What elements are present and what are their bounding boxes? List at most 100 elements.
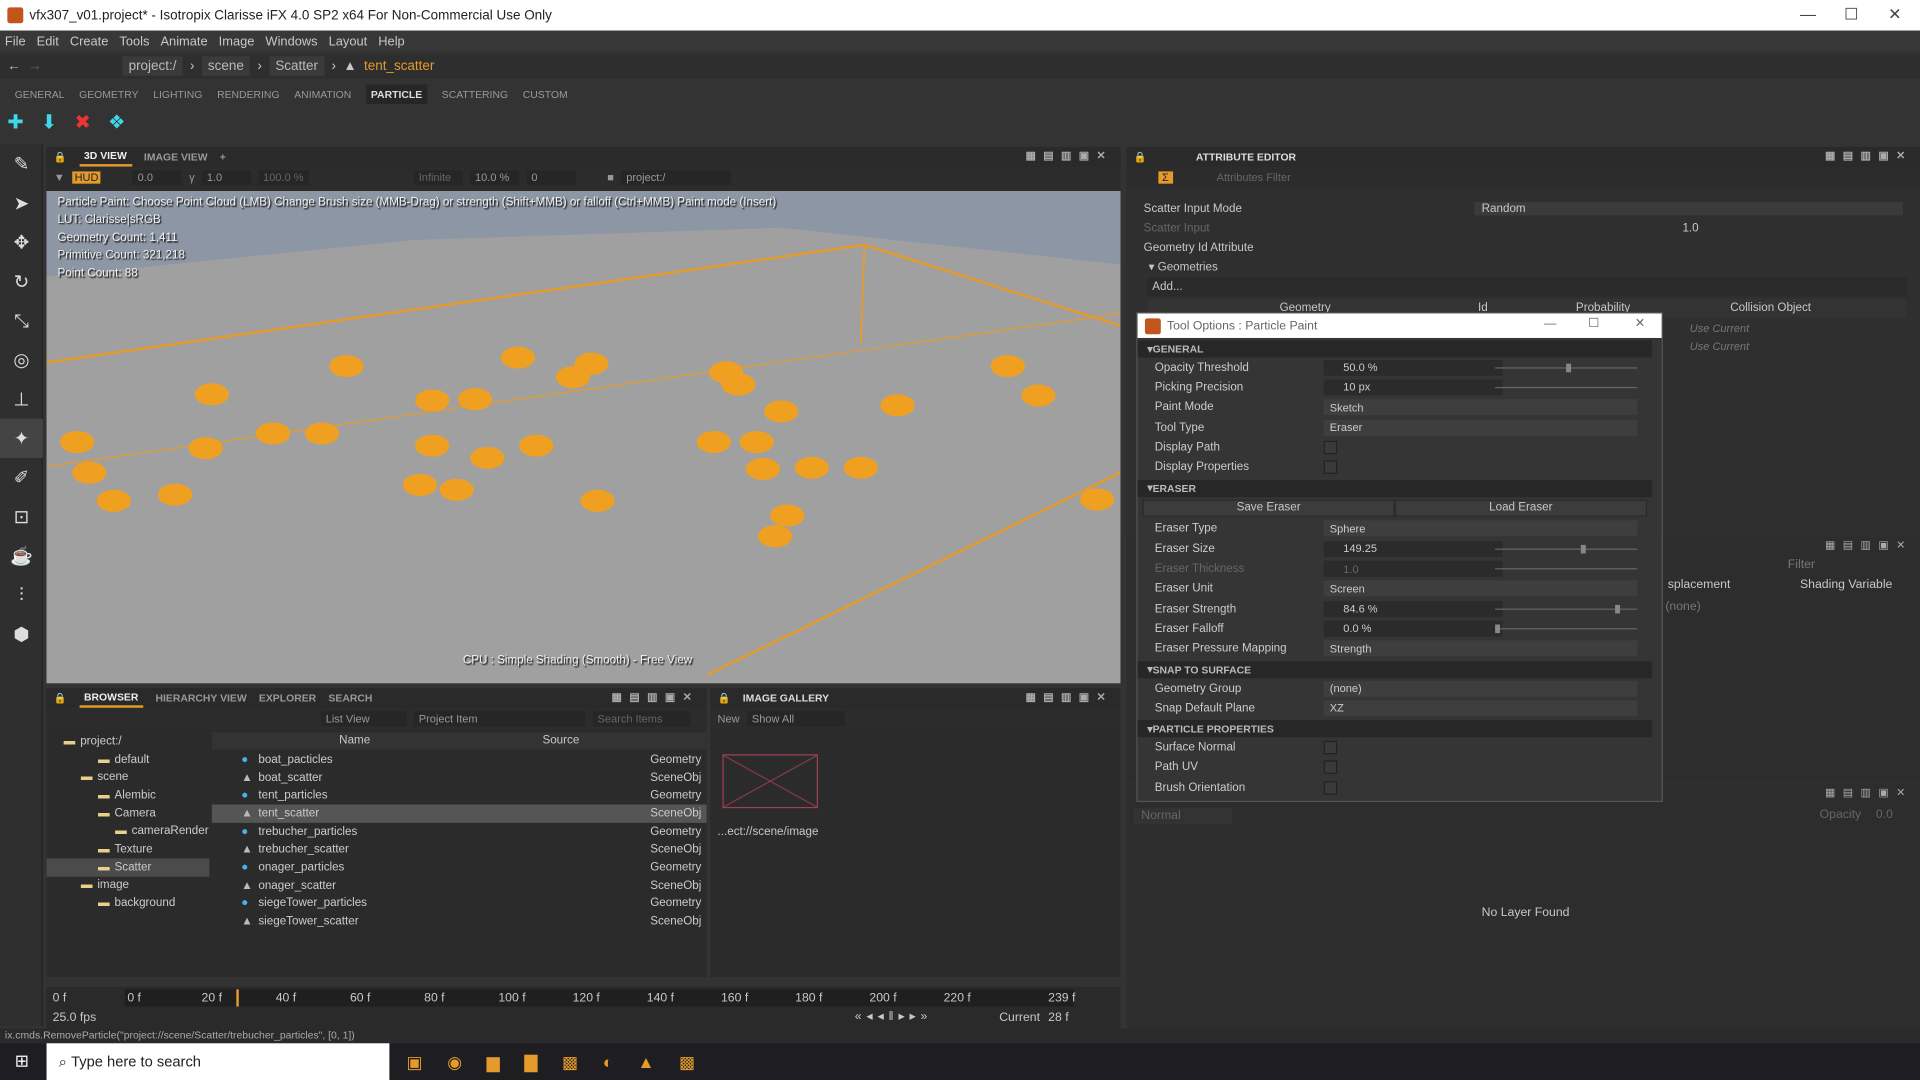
tree-item[interactable]: ▬ background (47, 894, 210, 912)
tool-options-titlebar[interactable]: Tool Options : Particle Paint — ☐ ✕ (1137, 313, 1662, 338)
tree-item[interactable]: ▬ project:/ (47, 732, 210, 750)
save-eraser-button[interactable]: Save Eraser (1142, 499, 1395, 517)
menu-tools[interactable]: Tools (119, 34, 149, 49)
opacity-field[interactable]: 0.0 (1876, 808, 1893, 821)
add-particle-icon[interactable]: ✚ (7, 110, 23, 134)
scattered-instance[interactable] (157, 483, 193, 506)
tree-item[interactable]: ▬ Camera (47, 804, 210, 822)
panel-layout-buttons[interactable]: ▦▤▥▣✕ (1025, 149, 1113, 162)
scattered-instance[interactable] (1021, 384, 1056, 407)
list-item[interactable]: ● trebucher_particles Geometry (212, 823, 707, 841)
option-number-field[interactable]: 84.6 % (1323, 600, 1503, 617)
tree-item[interactable]: ▬ Texture (47, 840, 210, 858)
playhead[interactable] (236, 989, 239, 1007)
select-icon[interactable]: ➤ (0, 184, 43, 223)
tree-item[interactable]: ▬ default (47, 750, 210, 768)
slider-handle[interactable] (1580, 544, 1586, 554)
scattered-instance[interactable] (1080, 488, 1115, 511)
column-source[interactable]: Source (542, 733, 579, 746)
list-item[interactable]: ▲ trebucher_scatter SceneObj (212, 841, 707, 859)
close-button[interactable]: ✕ (1635, 317, 1645, 330)
current-frame[interactable]: 28 f (1048, 1011, 1068, 1024)
breadcrumb-item[interactable]: scene (201, 56, 251, 76)
scattered-instance[interactable] (990, 355, 1025, 378)
tree-item[interactable]: ▬ scene (47, 768, 210, 786)
option-select[interactable]: Eraser (1323, 419, 1638, 436)
filter-icon[interactable]: ▼ (54, 171, 65, 183)
taskbar-search[interactable]: ⌕ Type here to search (46, 1043, 390, 1080)
option-checkbox[interactable] (1323, 460, 1338, 475)
option-slider[interactable] (1495, 624, 1638, 634)
scattered-instance[interactable] (415, 389, 450, 412)
shelf-tab-geometry[interactable]: GEOMETRY (79, 88, 138, 100)
shelf-tab-animation[interactable]: ANIMATION (294, 88, 351, 100)
tab-image-gallery[interactable]: IMAGE GALLERY (743, 692, 829, 704)
lock-icon[interactable]: 🔒 (718, 691, 731, 704)
option-number-field[interactable]: 1.0 (1323, 560, 1503, 577)
slider-handle[interactable] (1566, 363, 1572, 373)
remove-particle-icon[interactable]: ✖ (74, 110, 90, 134)
menu-edit[interactable]: Edit (37, 34, 59, 49)
breadcrumb-item[interactable]: Scatter (269, 56, 325, 76)
collision-select[interactable]: Use Current (1690, 322, 1749, 334)
option-select[interactable]: Sketch (1323, 399, 1638, 416)
slider-handle[interactable] (1615, 604, 1621, 614)
lock-icon[interactable]: 🔒 (54, 691, 67, 704)
shelf-tab-particle[interactable]: PARTICLE (365, 84, 428, 105)
tree-item[interactable]: ▬ Alembic (47, 786, 210, 804)
windows-start-icon[interactable]: ⊞ (15, 1051, 29, 1072)
list-item[interactable]: ▲ boat_scatter SceneObj (212, 769, 707, 787)
collision-select[interactable]: Use Current (1690, 340, 1749, 352)
start-frame[interactable]: 0 f (53, 992, 67, 1005)
scattered-instance[interactable] (843, 456, 878, 479)
scattered-instance[interactable] (402, 473, 438, 496)
shelf-tab-scattering[interactable]: SCATTERING (442, 88, 508, 100)
list-item[interactable]: ● tent_particles Geometry (212, 787, 707, 805)
taskbar-apps[interactable]: ▣◉▆▇▩◐▲▩ (407, 1051, 720, 1072)
teapot-icon[interactable]: ☕ (0, 536, 43, 575)
forward-icon[interactable]: → (28, 59, 41, 74)
tab-search[interactable]: SEARCH (328, 692, 372, 704)
scattered-instance[interactable] (770, 504, 805, 527)
view-mode-select[interactable]: List View (320, 711, 407, 727)
menu-layout[interactable]: Layout (329, 34, 368, 49)
tab-3d-view[interactable]: 3D VIEW (79, 147, 132, 167)
scattered-instance[interactable] (304, 422, 340, 445)
menu-image[interactable]: Image (219, 34, 255, 49)
shading-icon[interactable]: ⬢ (0, 615, 43, 654)
option-select[interactable]: Screen (1323, 580, 1638, 597)
scattered-instance[interactable] (574, 352, 609, 375)
geometries-group[interactable]: ▾ Geometries (1149, 258, 1908, 276)
lock-icon[interactable]: 🔒 (54, 150, 67, 163)
scattered-instance[interactable] (188, 437, 223, 460)
shelf-tab-general[interactable]: GENERAL (15, 88, 65, 100)
brush-icon[interactable]: ✐ (0, 458, 43, 497)
load-eraser-button[interactable]: Load Eraser (1394, 499, 1647, 517)
breadcrumb-item[interactable]: project:/ (122, 56, 183, 76)
option-slider[interactable] (1495, 544, 1638, 554)
scattered-instance[interactable] (439, 478, 474, 501)
list-item[interactable]: ▲ siegeTower_scatter SceneObj (212, 912, 707, 930)
scattered-instance[interactable] (739, 431, 774, 454)
option-slider[interactable] (1495, 604, 1638, 614)
list-item[interactable]: ● siegeTower_particles Geometry (212, 894, 707, 912)
option-select[interactable]: XZ (1323, 700, 1638, 717)
item-filter-select[interactable]: Project Item (413, 711, 586, 727)
tree-item[interactable]: ▬ image (47, 876, 210, 894)
search-items-input[interactable]: Search Items (592, 711, 691, 727)
scale-icon[interactable]: ⤡ (0, 301, 43, 340)
panel-layout-buttons[interactable]: ▦▤▥▣✕ (1825, 786, 1913, 799)
column-displacement[interactable]: splacement (1668, 578, 1731, 591)
camera-icon[interactable]: ■ (607, 171, 614, 183)
scattered-instance[interactable] (721, 373, 756, 396)
rotate-icon[interactable]: ↻ (0, 262, 43, 301)
option-checkbox[interactable] (1323, 760, 1338, 775)
missing-image-thumbnail[interactable] (722, 754, 818, 809)
option-select[interactable]: Strength (1323, 640, 1638, 657)
tree-item[interactable]: ▬ cameraRender (47, 822, 210, 840)
scattered-instance[interactable] (757, 525, 793, 548)
list-item[interactable]: ● onager_particles Geometry (212, 859, 707, 877)
list-item[interactable]: ● boat_pacticles Geometry (212, 751, 707, 769)
tree-item[interactable]: ▬ Scatter (46, 858, 210, 877)
column-name[interactable]: Name (339, 733, 370, 746)
